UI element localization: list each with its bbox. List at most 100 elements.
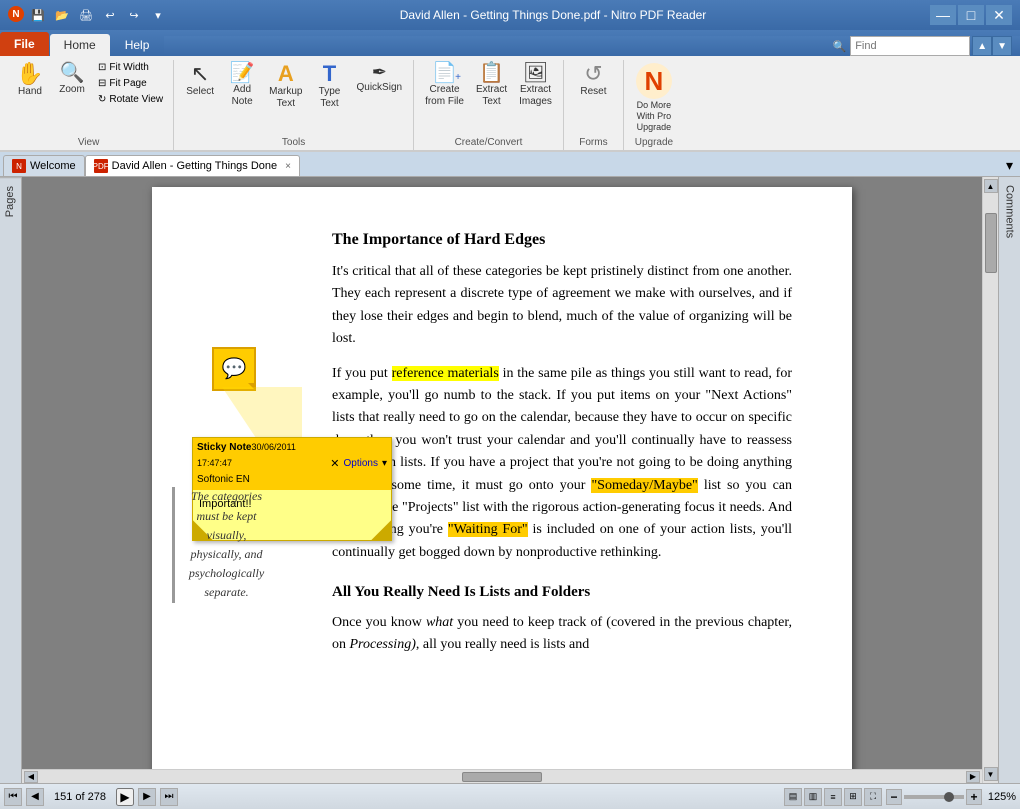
extract-text-btn[interactable]: 📋 ExtractText bbox=[471, 60, 512, 111]
continuous-btn[interactable]: ≡ bbox=[824, 788, 842, 806]
type-text-btn[interactable]: T TypeText bbox=[310, 60, 350, 113]
nav-last-btn[interactable]: ⏭ bbox=[160, 788, 178, 806]
window-title: David Allen - Getting Things Done.pdf - … bbox=[176, 8, 930, 22]
ribbon: File Home Help 🔍 ▲ ▼ ✋ Hand 🔍 Zoom bbox=[0, 30, 1020, 152]
status-bar: ⏮ ◀ 151 of 278 ▶ ▶ ⏭ ▤ ▥ ≡ ⊞ ⛶ − + 125% bbox=[0, 783, 1020, 809]
tools-buttons: ↖ Select 📝 AddNote A MarkupText T TypeTe… bbox=[180, 60, 407, 135]
minimize-btn[interactable]: — bbox=[930, 5, 956, 25]
highlight-waiting-for: "Waiting For" bbox=[448, 522, 528, 537]
tools-group: ↖ Select 📝 AddNote A MarkupText T TypeTe… bbox=[174, 60, 414, 150]
create-from-file-btn[interactable]: 📄 + Createfrom File bbox=[420, 60, 469, 111]
save-btn[interactable]: 💾 bbox=[28, 6, 48, 24]
zoom-in-btn[interactable]: + bbox=[966, 789, 982, 805]
double-page-btn[interactable]: ▥ bbox=[804, 788, 822, 806]
hscroll-right-btn[interactable]: ▶ bbox=[966, 771, 980, 783]
comments-sidebar-tab[interactable]: Comments bbox=[1000, 177, 1020, 246]
ribbon-content: ✋ Hand 🔍 Zoom ⊡ Fit Width ⊟ Fit Page bbox=[0, 56, 1020, 151]
sticky-note-icon: 💬 bbox=[212, 347, 256, 391]
view-subrow: ⊡ Fit Width ⊟ Fit Page ↻ Rotate View bbox=[94, 60, 167, 107]
create-from-file-icon: 📄 + bbox=[432, 63, 457, 83]
open-btn[interactable]: 📂 bbox=[52, 6, 72, 24]
select-icon: ↖ bbox=[191, 63, 209, 85]
nav-play-btn[interactable]: ▶ bbox=[116, 788, 134, 806]
welcome-tab-label: Welcome bbox=[30, 160, 76, 172]
pdf-subheading: All You Really Need Is Lists and Folders bbox=[332, 580, 792, 604]
zoom-btn[interactable]: 🔍 Zoom bbox=[52, 60, 92, 99]
sticky-note-dropdown-icon[interactable]: ▾ bbox=[382, 456, 387, 474]
fit-page-btn[interactable]: ⊟ Fit Page bbox=[94, 76, 167, 91]
nav-first-btn[interactable]: ⏮ bbox=[4, 788, 22, 806]
zoom-slider-thumb[interactable] bbox=[944, 792, 954, 802]
upgrade-btn[interactable]: N Do MoreWith ProUpgrade bbox=[631, 60, 677, 135]
extract-text-icon: 📋 bbox=[479, 63, 504, 83]
page-info: 151 of 278 bbox=[54, 791, 106, 803]
zoom-slider[interactable] bbox=[904, 795, 964, 799]
close-btn[interactable]: ✕ bbox=[986, 5, 1012, 25]
pdf-scroll[interactable]: 💬 Sticky Note30/06/2011 17:47:47 Softoni… bbox=[22, 177, 982, 769]
quick-sign-btn[interactable]: ✒ QuickSign bbox=[352, 60, 408, 97]
pdf-paragraph-3: Once you know what you need to keep trac… bbox=[332, 612, 792, 657]
h-scrollbar[interactable]: ◀ ▶ bbox=[22, 769, 982, 783]
sticky-note-container: 💬 Sticky Note30/06/2011 17:47:47 Softoni… bbox=[212, 347, 256, 391]
title-bar: N 💾 📂 🖨 ↩ ↪ ▾ David Allen - Getting Thin… bbox=[0, 0, 1020, 30]
sticky-note-close-btn[interactable]: ✕ bbox=[330, 456, 339, 474]
nav-prev-btn[interactable]: ◀ bbox=[26, 788, 44, 806]
hscroll-thumb[interactable] bbox=[462, 772, 542, 782]
upgrade-icon: N bbox=[636, 63, 672, 99]
fit-width-btn[interactable]: ⊡ Fit Width bbox=[94, 60, 167, 75]
pages-sidebar-tab[interactable]: Pages bbox=[0, 177, 21, 225]
tab-bar: N Welcome PDF David Allen - Getting Thin… bbox=[0, 152, 1020, 177]
redo-btn[interactable]: ↪ bbox=[124, 6, 144, 24]
extract-images-btn[interactable]: 🖼 ExtractImages bbox=[514, 60, 557, 111]
welcome-tab[interactable]: N Welcome bbox=[3, 155, 85, 176]
file-tab[interactable]: File bbox=[0, 32, 49, 56]
rotate-view-btn[interactable]: ↻ Rotate View bbox=[94, 92, 167, 107]
full-screen-btn[interactable]: ⛶ bbox=[864, 788, 882, 806]
main-area: Pages 💬 Sticky Note30/06/2011 17: bbox=[0, 177, 1020, 783]
facing-btn[interactable]: ⊞ bbox=[844, 788, 862, 806]
single-page-btn[interactable]: ▤ bbox=[784, 788, 802, 806]
print-btn[interactable]: 🖨 bbox=[76, 6, 96, 24]
hscroll-left-btn[interactable]: ◀ bbox=[24, 771, 38, 783]
p2-post: in the same pile as things you still wan… bbox=[332, 366, 792, 493]
maximize-btn[interactable]: □ bbox=[958, 5, 984, 25]
italic-processing: Processing) bbox=[350, 637, 416, 652]
find-icon: 🔍 bbox=[832, 40, 846, 53]
comment-icon: 💬 bbox=[222, 353, 247, 385]
sticky-note-title: Sticky Note30/06/2011 17:47:47 bbox=[197, 440, 330, 472]
find-next-btn[interactable]: ▼ bbox=[992, 36, 1012, 56]
zoom-out-btn[interactable]: − bbox=[886, 789, 902, 805]
hand-tool-btn[interactable]: ✋ Hand bbox=[10, 60, 50, 101]
view-buttons: ✋ Hand 🔍 Zoom ⊡ Fit Width ⊟ Fit Page bbox=[10, 60, 167, 135]
undo-btn[interactable]: ↩ bbox=[100, 6, 120, 24]
find-prev-btn[interactable]: ▲ bbox=[972, 36, 992, 56]
highlight-reference-materials: reference materials bbox=[392, 366, 499, 381]
markup-text-icon: A bbox=[278, 63, 294, 85]
add-note-btn[interactable]: 📝 AddNote bbox=[222, 60, 262, 111]
extract-images-icon: 🖼 bbox=[523, 63, 548, 83]
document-tab[interactable]: PDF David Allen - Getting Things Done × bbox=[85, 155, 300, 176]
hscroll-track bbox=[38, 772, 966, 782]
upgrade-buttons: N Do MoreWith ProUpgrade bbox=[631, 60, 677, 135]
vscroll-up-btn[interactable]: ▲ bbox=[984, 179, 998, 193]
vscroll-down-btn[interactable]: ▼ bbox=[984, 767, 998, 781]
select-btn[interactable]: ↖ Select bbox=[180, 60, 220, 101]
ribbon-tab-row: File Home Help 🔍 ▲ ▼ bbox=[0, 30, 1020, 56]
reset-btn[interactable]: ↺ Reset bbox=[573, 60, 613, 101]
fit-width-icon: ⊡ bbox=[98, 62, 106, 73]
home-tab[interactable]: Home bbox=[50, 34, 110, 56]
sticky-note-options-btn[interactable]: Options bbox=[344, 456, 378, 474]
markup-text-btn[interactable]: A MarkupText bbox=[264, 60, 307, 113]
vscroll-thumb[interactable] bbox=[985, 213, 997, 273]
tab-dropdown-btn[interactable]: ▾ bbox=[1006, 157, 1013, 174]
document-tab-close[interactable]: × bbox=[285, 161, 291, 172]
qa-dropdown[interactable]: ▾ bbox=[148, 6, 168, 24]
pdf-paragraph-1: It's critical that all of these categori… bbox=[332, 261, 792, 351]
help-tab[interactable]: Help bbox=[111, 34, 164, 56]
reset-icon: ↺ bbox=[584, 63, 602, 85]
v-scrollbar[interactable]: ▲ ▼ bbox=[982, 177, 998, 783]
italic-what: what bbox=[426, 615, 453, 630]
nav-next-btn[interactable]: ▶ bbox=[138, 788, 156, 806]
highlight-someday-maybe: "Someday/Maybe" bbox=[591, 478, 697, 493]
find-input[interactable] bbox=[850, 36, 970, 56]
